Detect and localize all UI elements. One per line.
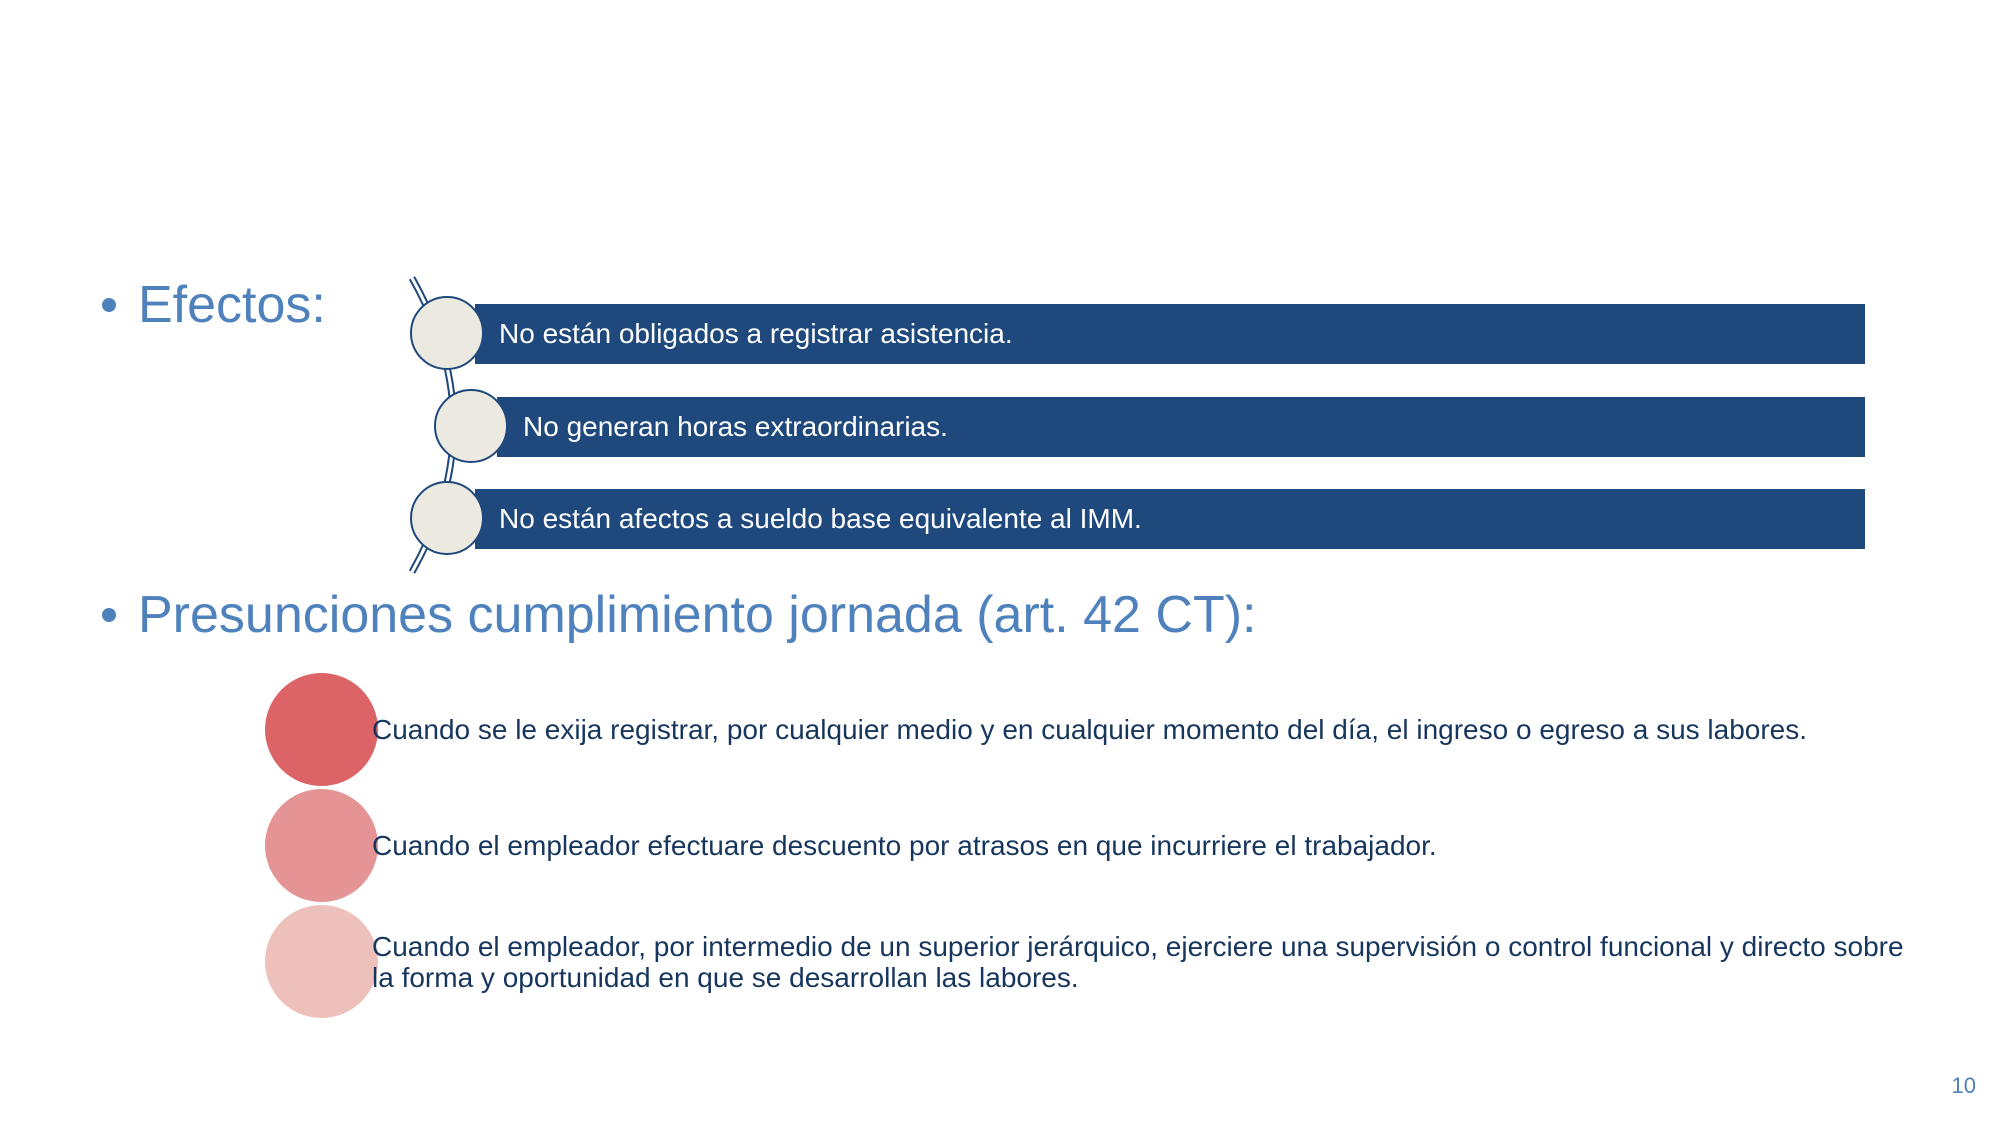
presunciones-heading: Presunciones cumplimiento jornada (art. … [102,582,1256,648]
presuncion-circle-icon [265,673,378,786]
bullet-dot-icon [102,608,116,622]
presuncion-item-1-text: Cuando se le exija registrar, por cualqu… [372,714,1808,745]
efecto-circle-icon [410,481,484,555]
efecto-item-2-text: No generan horas extraordinarias. [523,411,948,442]
presuncion-circle-icon [265,789,378,902]
efecto-item-3-text: No están afectos a sueldo base equivalen… [499,503,1142,534]
efecto-circle-icon [434,389,508,463]
efecto-item-3: No están afectos a sueldo base equivalen… [475,489,1865,549]
efecto-item-2: No generan horas extraordinarias. [497,397,1865,457]
presunciones-heading-text: Presunciones cumplimiento jornada (art. … [138,586,1257,644]
presuncion-item-3-text: Cuando el empleador, por intermedio de u… [372,931,1904,993]
presuncion-item-2-text: Cuando el empleador efectuare descuento … [372,830,1437,861]
presuncion-circle-icon [265,905,378,1018]
efecto-item-1: No están obligados a registrar asistenci… [475,304,1865,364]
efectos-heading: Efectos: [102,272,326,338]
bullet-dot-icon [102,298,116,312]
page-number: 10 [1951,1073,1976,1098]
efecto-item-1-text: No están obligados a registrar asistenci… [499,318,1013,349]
efectos-heading-text: Efectos: [138,276,326,334]
slide: Efectos: No están obligados a registrar … [0,0,2000,1125]
efecto-circle-icon [410,296,484,370]
